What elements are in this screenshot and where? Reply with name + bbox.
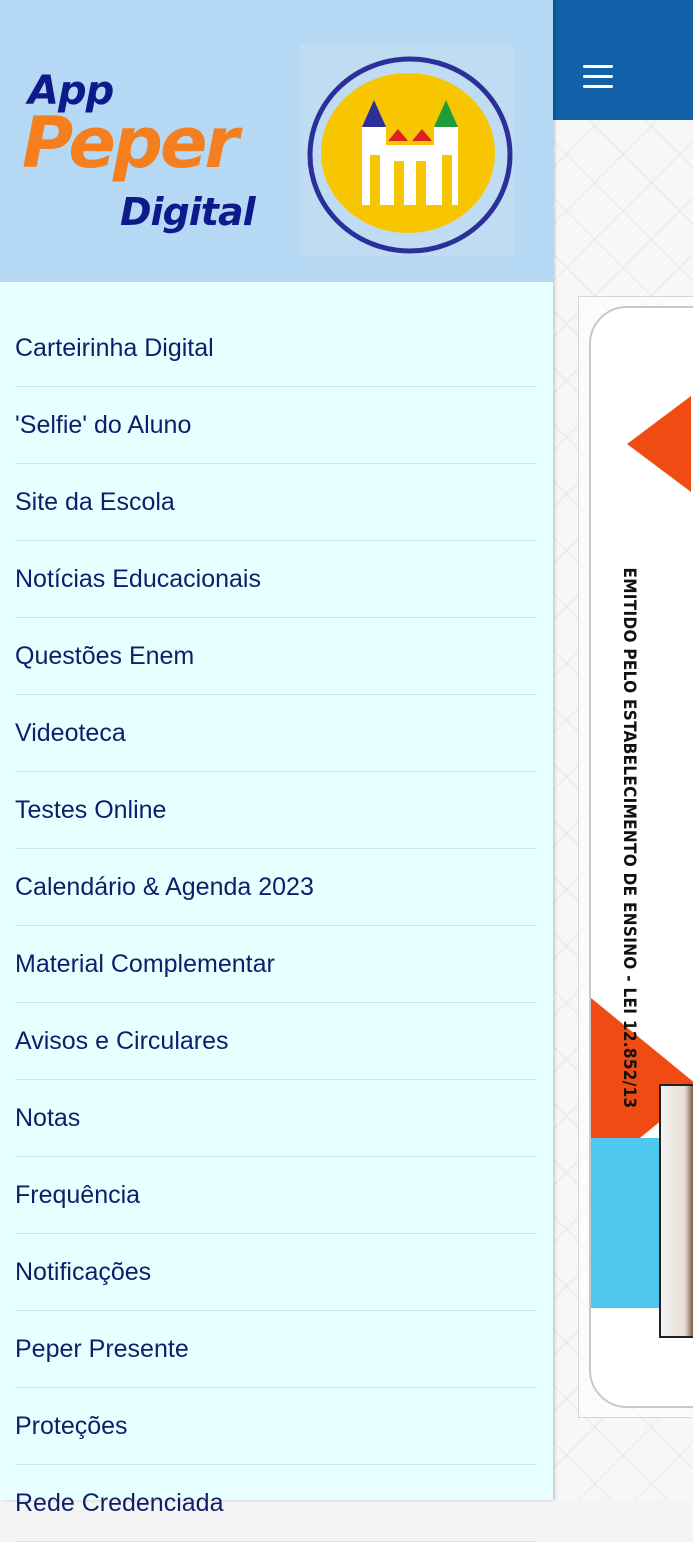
menu-item-site-da-escola[interactable]: Site da Escola <box>15 464 537 541</box>
menu-item-peper-presente[interactable]: Peper Presente <box>15 1311 537 1388</box>
school-logo-icon <box>300 45 514 257</box>
menu-item-frequencia[interactable]: Frequência <box>15 1157 537 1234</box>
menu-item-carteirinha-digital[interactable]: Carteirinha Digital <box>15 310 537 387</box>
menu-item-noticias-educacionais[interactable]: Notícias Educacionais <box>15 541 537 618</box>
app-content-area <box>553 0 693 1500</box>
menu-item-selfie-do-aluno[interactable]: 'Selfie' do Aluno <box>15 387 537 464</box>
hamburger-icon[interactable] <box>583 65 615 89</box>
menu-item-rede-credenciada[interactable]: Rede Credenciada <box>15 1465 537 1542</box>
drawer-menu: Carteirinha Digital 'Selfie' do Aluno Si… <box>15 310 537 1542</box>
menu-item-testes-online[interactable]: Testes Online <box>15 772 537 849</box>
menu-item-calendario-agenda[interactable]: Calendário & Agenda 2023 <box>15 849 537 926</box>
menu-item-videoteca[interactable]: Videoteca <box>15 695 537 772</box>
drawer-header: App Peper Digital <box>0 0 553 282</box>
logo-peper-text: Peper <box>22 102 239 184</box>
menu-item-protecoes[interactable]: Proteções <box>15 1388 537 1465</box>
menu-item-avisos-circulares[interactable]: Avisos e Circulares <box>15 1003 537 1080</box>
logo-digital-text: Digital <box>120 190 256 234</box>
menu-item-material-complementar[interactable]: Material Complementar <box>15 926 537 1003</box>
app-top-bar <box>553 0 693 120</box>
menu-item-questoes-enem[interactable]: Questões Enem <box>15 618 537 695</box>
menu-item-notificacoes[interactable]: Notificações <box>15 1234 537 1311</box>
navigation-drawer: App Peper Digital Carteirinha Digital 'S… <box>0 0 553 1542</box>
menu-item-notas[interactable]: Notas <box>15 1080 537 1157</box>
app-logo: App Peper Digital <box>22 60 262 250</box>
